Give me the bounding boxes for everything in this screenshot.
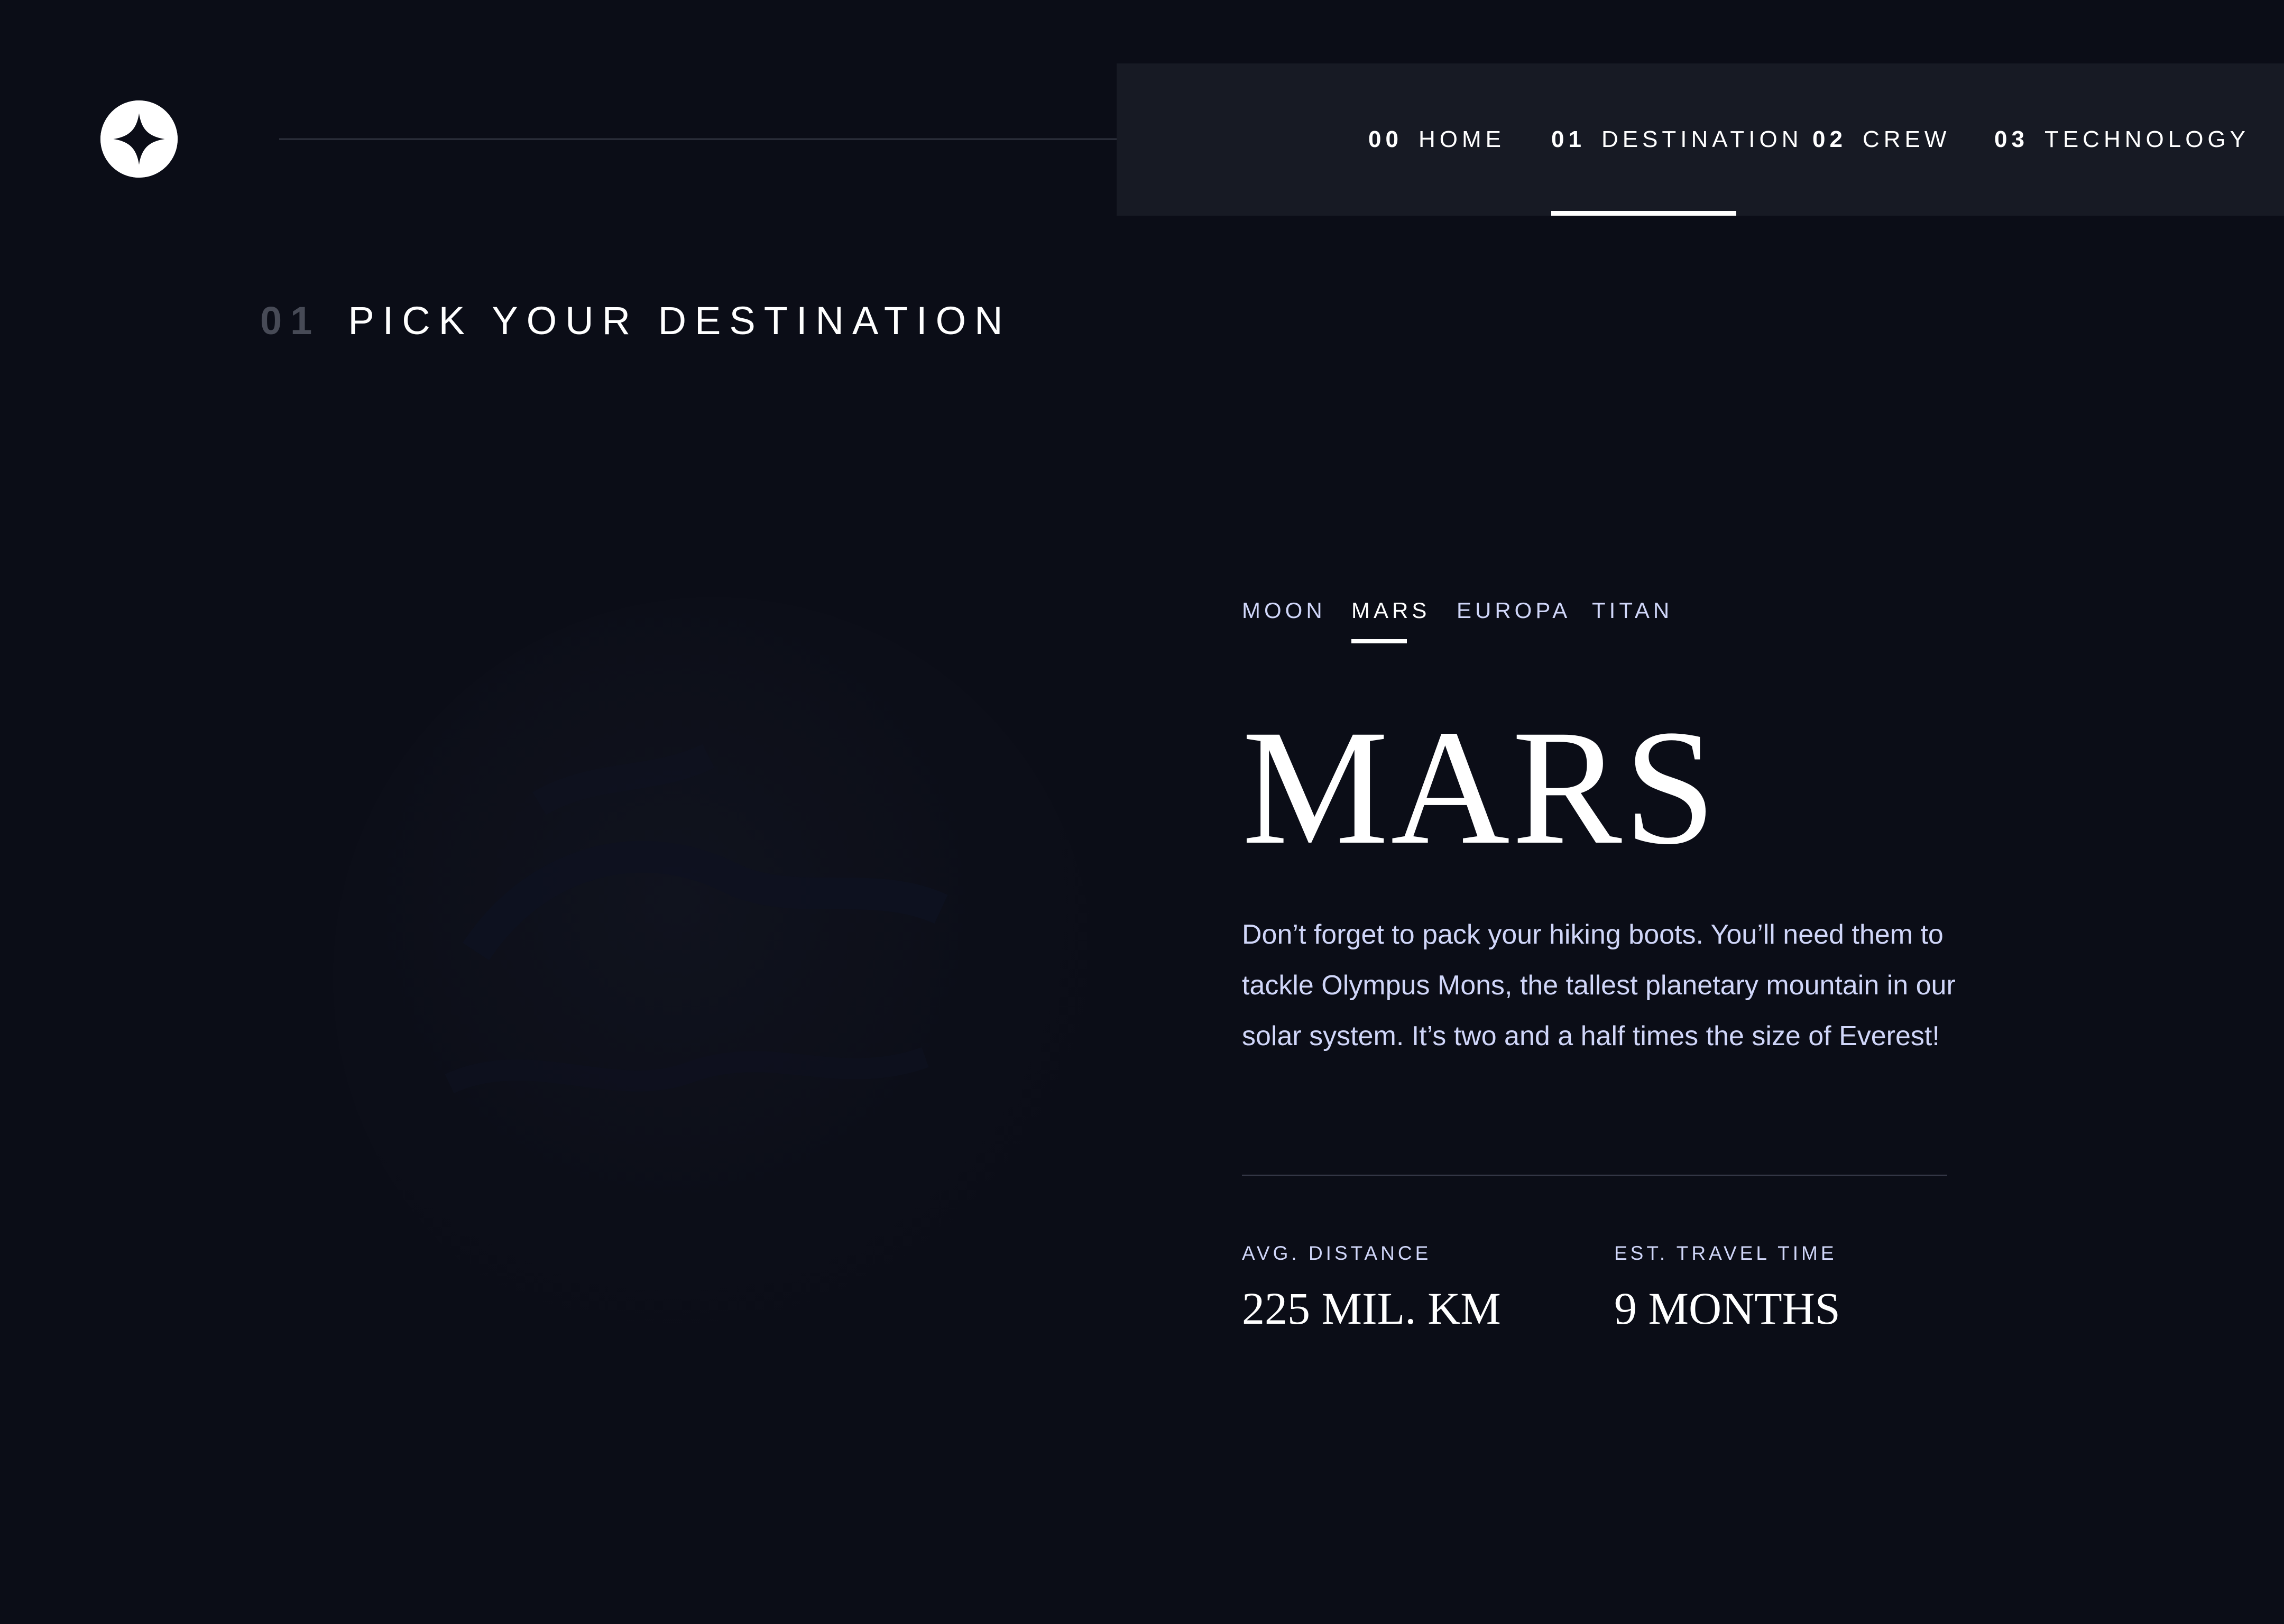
travel-time-label: EST. TRAVEL TIME xyxy=(1614,1242,1837,1264)
nav-item-number: 01 xyxy=(1551,126,1586,152)
header-divider-line xyxy=(279,139,1167,140)
nav-item-crew[interactable]: 02 CREW xyxy=(1812,63,1950,216)
tab-mars[interactable]: MARS xyxy=(1351,592,1430,629)
avg-distance-label: AVG. DISTANCE xyxy=(1242,1242,1432,1264)
page-title-number: 01 xyxy=(260,298,321,343)
nav-active-indicator xyxy=(1551,211,1736,216)
destination-name: MARS xyxy=(1242,696,1718,879)
tab-europa[interactable]: EUROPA xyxy=(1457,592,1571,629)
page-title-text: PICK YOUR DESTINATION xyxy=(348,298,1011,343)
avg-distance-value: 225 MIL. KM xyxy=(1242,1283,1501,1334)
page-title: 01 PICK YOUR DESTINATION xyxy=(260,294,1011,347)
mars-planet-image xyxy=(317,582,1110,1374)
nav-item-label: HOME xyxy=(1418,126,1505,152)
tab-moon[interactable]: MOON xyxy=(1242,592,1326,629)
destination-description: Don’t forget to pack your hiking boots. … xyxy=(1242,919,1956,1051)
star-logo-icon[interactable] xyxy=(100,100,178,178)
nav-item-technology[interactable]: 03 TECHNOLOGY xyxy=(1994,63,2250,216)
nav-item-home[interactable]: 00 HOME xyxy=(1368,63,1505,216)
nav-item-label: TECHNOLOGY xyxy=(2044,126,2250,152)
destination-page: 00 HOME 01 DESTINATION 02 CREW 03 TECHNO… xyxy=(0,0,2284,1624)
travel-time-value: 9 MONTHS xyxy=(1614,1283,1840,1334)
nav-item-number: 03 xyxy=(1994,126,2029,152)
nav-item-number: 02 xyxy=(1812,126,1847,152)
stats-divider xyxy=(1242,1175,1947,1176)
tab-active-indicator xyxy=(1351,639,1407,643)
nav-item-label: DESTINATION xyxy=(1601,126,1803,152)
nav-item-number: 00 xyxy=(1368,126,1403,152)
nav-item-label: CREW xyxy=(1862,126,1951,152)
tab-titan[interactable]: TITAN xyxy=(1592,592,1673,629)
nav-item-destination[interactable]: 01 DESTINATION xyxy=(1551,63,1802,216)
